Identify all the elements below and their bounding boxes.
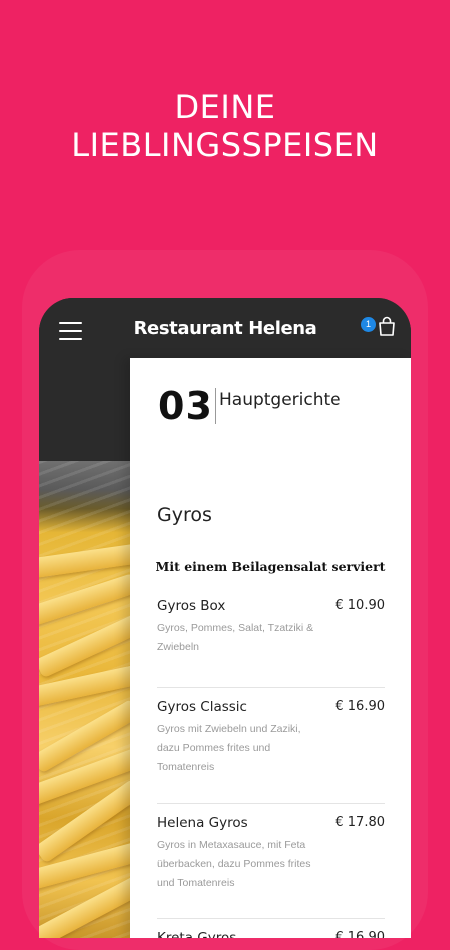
menu-item-price: € 16.90: [335, 699, 385, 714]
menu-item-price: € 10.90: [335, 598, 385, 613]
promo-headline: DEINE LIEBLINGSSPEISEN: [0, 88, 450, 164]
phone-screen: Restaurant Helena 1 03 Hauptgerichte Gyr…: [39, 298, 411, 938]
section-number: 03: [158, 384, 213, 428]
menu-item-list: Gyros Box € 10.90 Gyros, Pommes, Salat, …: [157, 597, 385, 938]
menu-item[interactable]: Helena Gyros € 17.80 Gyros in Metaxasauc…: [157, 814, 385, 919]
menu-item-price: € 16.90: [335, 930, 385, 938]
food-photo: [39, 461, 139, 938]
shopping-bag-icon: [379, 316, 395, 336]
menu-item[interactable]: Gyros Box € 10.90 Gyros, Pommes, Salat, …: [157, 597, 385, 688]
promo-headline-line1: DEINE: [174, 88, 276, 126]
category-title: Gyros: [157, 504, 212, 526]
cart-button[interactable]: 1: [359, 315, 399, 345]
section-divider: [215, 388, 216, 424]
menu-item[interactable]: Gyros Classic € 16.90 Gyros mit Zwiebeln…: [157, 698, 385, 804]
promo-headline-line2: LIEBLINGSSPEISEN: [71, 126, 379, 164]
app-bar: Restaurant Helena 1: [39, 298, 411, 360]
category-note: Mit einem Beilagensalat serviert: [155, 559, 386, 574]
menu-item-description: Gyros in Metaxasauce, mit Feta überbacke…: [157, 839, 311, 889]
menu-item-price: € 17.80: [335, 815, 385, 830]
cart-count-badge: 1: [361, 317, 376, 332]
section-title: Hauptgerichte: [219, 390, 341, 410]
menu-item-description: Gyros mit Zwiebeln und Zaziki, dazu Pomm…: [157, 723, 301, 773]
app-title: Restaurant Helena: [133, 318, 317, 339]
menu-item[interactable]: Kreta Gyros € 16.90: [157, 929, 385, 938]
menu-panel: 03 Hauptgerichte Gyros Mit einem Beilage…: [130, 358, 411, 938]
menu-item-description: Gyros, Pommes, Salat, Tzatziki & Zwiebel…: [157, 622, 314, 653]
